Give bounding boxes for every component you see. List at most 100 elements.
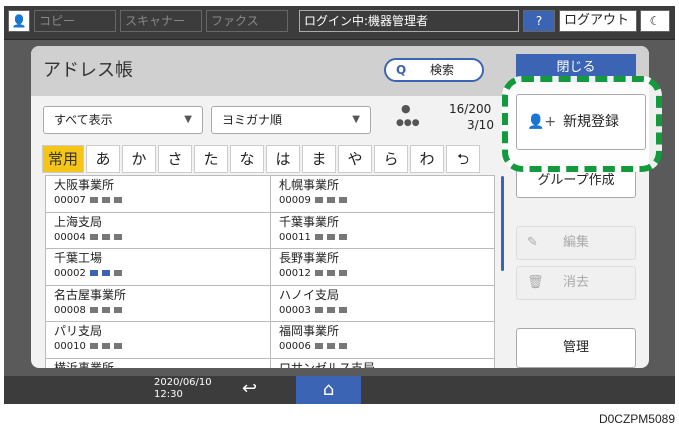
entry-name: 千葉事業所 — [279, 214, 340, 229]
index-tab[interactable]: な — [230, 145, 264, 173]
entry-number: 00011 — [279, 230, 486, 245]
fax-icon — [314, 270, 323, 276]
login-status[interactable]: ログイン中:機器管理者 — [299, 10, 519, 32]
entry-name: 上海支局 — [54, 214, 103, 229]
entry-number: 00010 — [54, 339, 262, 354]
mail-icon — [101, 343, 110, 349]
fax-icon — [314, 197, 323, 203]
index-tab[interactable]: 常用 — [42, 145, 84, 173]
user-count: 16/200 — [449, 102, 492, 116]
index-tab[interactable]: は — [266, 145, 300, 173]
folder-icon — [113, 306, 122, 313]
address-list: 大阪事業所 00007 札幌事業所 00009 上海支局 00004 千葉事業所 00011 千… — [45, 175, 495, 368]
entry-name: 福岡事業所 — [279, 324, 340, 338]
index-tab[interactable]: わ — [410, 145, 444, 173]
folder-icon — [338, 343, 347, 349]
scrollbar[interactable] — [501, 176, 504, 271]
entry-name: 大阪事業所 — [54, 178, 115, 192]
mail-icon — [326, 197, 335, 203]
home-button[interactable]: ⌂ — [296, 376, 361, 404]
index-tab[interactable]: ま — [302, 145, 336, 173]
entry-number-text: 00012 — [279, 268, 311, 279]
entry-number: 00006 — [279, 339, 486, 354]
list-item[interactable]: 千葉工場 00002 — [46, 249, 270, 285]
mail-icon — [326, 233, 335, 240]
table-row: 千葉工場 00002 長野事業所 00012 — [46, 249, 494, 286]
index-tab[interactable]: や — [338, 145, 372, 173]
entry-number-text: 00008 — [54, 304, 86, 316]
delete-button[interactable]: 🗑 消去 — [516, 266, 636, 300]
tab-copy[interactable]: コピー — [34, 10, 116, 32]
screen: 👤 コピー スキャナー ファクス ログイン中:機器管理者 ? ログアウト ☾ ア… — [4, 6, 675, 404]
list-item[interactable]: 大阪事業所 00007 — [46, 176, 270, 212]
entry-name: 横浜事業所 — [54, 360, 115, 369]
folder-icon — [113, 343, 122, 349]
search-button[interactable]: Q 検索 — [384, 58, 484, 82]
list-item[interactable]: 札幌事業所 00009 — [270, 176, 494, 212]
entry-number: 00012 — [279, 266, 486, 281]
entry-name: 長野事業所 — [279, 251, 340, 265]
index-tab[interactable]: か — [122, 145, 156, 173]
entry-name: ロサンゼルス支局 — [279, 360, 376, 369]
fax-icon — [89, 306, 98, 313]
energy-saver-button[interactable]: ☾ — [640, 10, 670, 32]
sort-order-select[interactable]: ヨミガナ順 ▼ — [211, 106, 371, 134]
new-registration-highlight: 👤+ 新規登録 — [502, 76, 662, 172]
user-icon[interactable]: 👤 — [8, 10, 30, 32]
tab-fax[interactable]: ファクス — [206, 10, 288, 32]
list-item[interactable]: パリ支局 00010 — [46, 322, 270, 358]
entry-number-text: 00010 — [54, 341, 86, 352]
list-item[interactable]: 千葉事業所 00011 — [270, 212, 494, 248]
edit-button[interactable]: ✎ 編集 — [516, 226, 636, 260]
entry-number: 00004 — [54, 230, 262, 245]
group-count: 3/10 — [467, 118, 494, 132]
fax-icon — [89, 197, 98, 203]
mail-icon — [101, 306, 110, 313]
dropdown-arrow-icon: ▼ — [352, 114, 360, 125]
entry-name: 名古屋事業所 — [54, 287, 127, 302]
list-item[interactable]: 福岡事業所 00006 — [270, 322, 494, 358]
entry-number-text: 00003 — [279, 304, 311, 316]
index-tabs: 常用あかさたなはまやらわ ⮌ — [42, 145, 480, 173]
list-item[interactable]: 横浜事業所 — [46, 359, 270, 369]
index-tab[interactable]: あ — [86, 145, 120, 173]
display-filter-select[interactable]: すべて表示 ▼ — [43, 106, 203, 134]
index-tab[interactable]: た — [194, 145, 228, 173]
folder-icon — [338, 197, 347, 203]
user-icon: ● — [401, 102, 411, 115]
entry-number-text: 00006 — [279, 341, 311, 352]
mail-icon — [326, 306, 335, 313]
entry-number: 00007 — [54, 193, 262, 208]
index-tab[interactable]: さ — [158, 145, 192, 173]
help-button[interactable]: ? — [523, 10, 555, 32]
list-item[interactable]: ロサンゼルス支局 — [270, 358, 494, 369]
fax-icon — [314, 306, 323, 313]
entry-name: パリ支局 — [54, 324, 103, 338]
entry-number: 00009 — [279, 193, 486, 208]
back-icon[interactable]: ↩ — [242, 378, 257, 399]
tab-scanner[interactable]: スキャナー — [120, 10, 202, 32]
add-user-icon: 👤+ — [527, 114, 557, 130]
bottom-bar: 2020/06/10 12:30 ↩ ⌂ — [4, 376, 675, 404]
index-tab[interactable]: ⮌ — [446, 145, 480, 173]
list-item[interactable]: ハノイ支局 00003 — [270, 285, 494, 321]
entry-number-text: 00007 — [54, 195, 86, 206]
fax-icon — [89, 270, 98, 276]
fax-icon — [314, 343, 323, 349]
home-icon: ⌂ — [322, 379, 335, 400]
index-tab[interactable]: ら — [374, 145, 408, 173]
list-item[interactable]: 名古屋事業所 00008 — [46, 286, 270, 322]
fax-icon — [314, 233, 323, 240]
fax-icon — [89, 233, 98, 240]
mail-icon — [326, 343, 335, 349]
list-item[interactable]: 長野事業所 00012 — [270, 249, 494, 285]
new-registration-button[interactable]: 👤+ 新規登録 — [516, 94, 646, 150]
list-item[interactable]: 上海支局 00004 — [46, 213, 270, 249]
figure-code: D0CZPM5089 — [598, 412, 675, 426]
logout-button[interactable]: ログアウト — [559, 10, 637, 32]
mail-icon — [101, 197, 110, 203]
entry-name: 千葉工場 — [54, 251, 103, 265]
search-icon: Q — [396, 63, 407, 77]
manage-button[interactable]: 管理 — [516, 328, 636, 368]
table-row: 横浜事業所 ロサンゼルス支局 — [46, 358, 494, 369]
